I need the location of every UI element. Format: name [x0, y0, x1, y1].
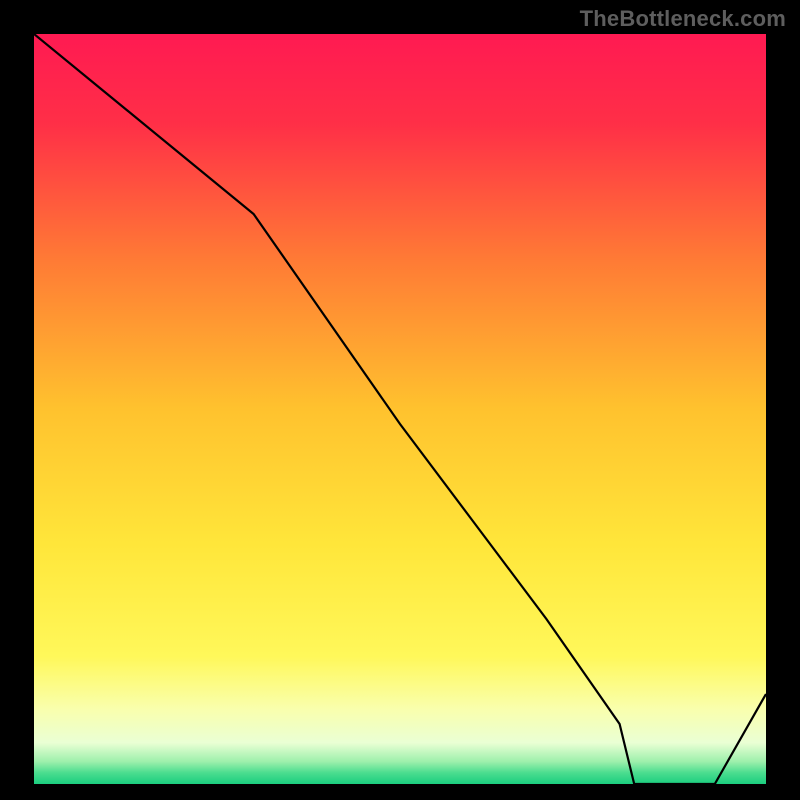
chart-container: TheBottleneck.com — [0, 0, 800, 800]
plot-area — [34, 34, 766, 784]
watermark-text: TheBottleneck.com — [580, 6, 786, 32]
line-series — [34, 34, 766, 784]
